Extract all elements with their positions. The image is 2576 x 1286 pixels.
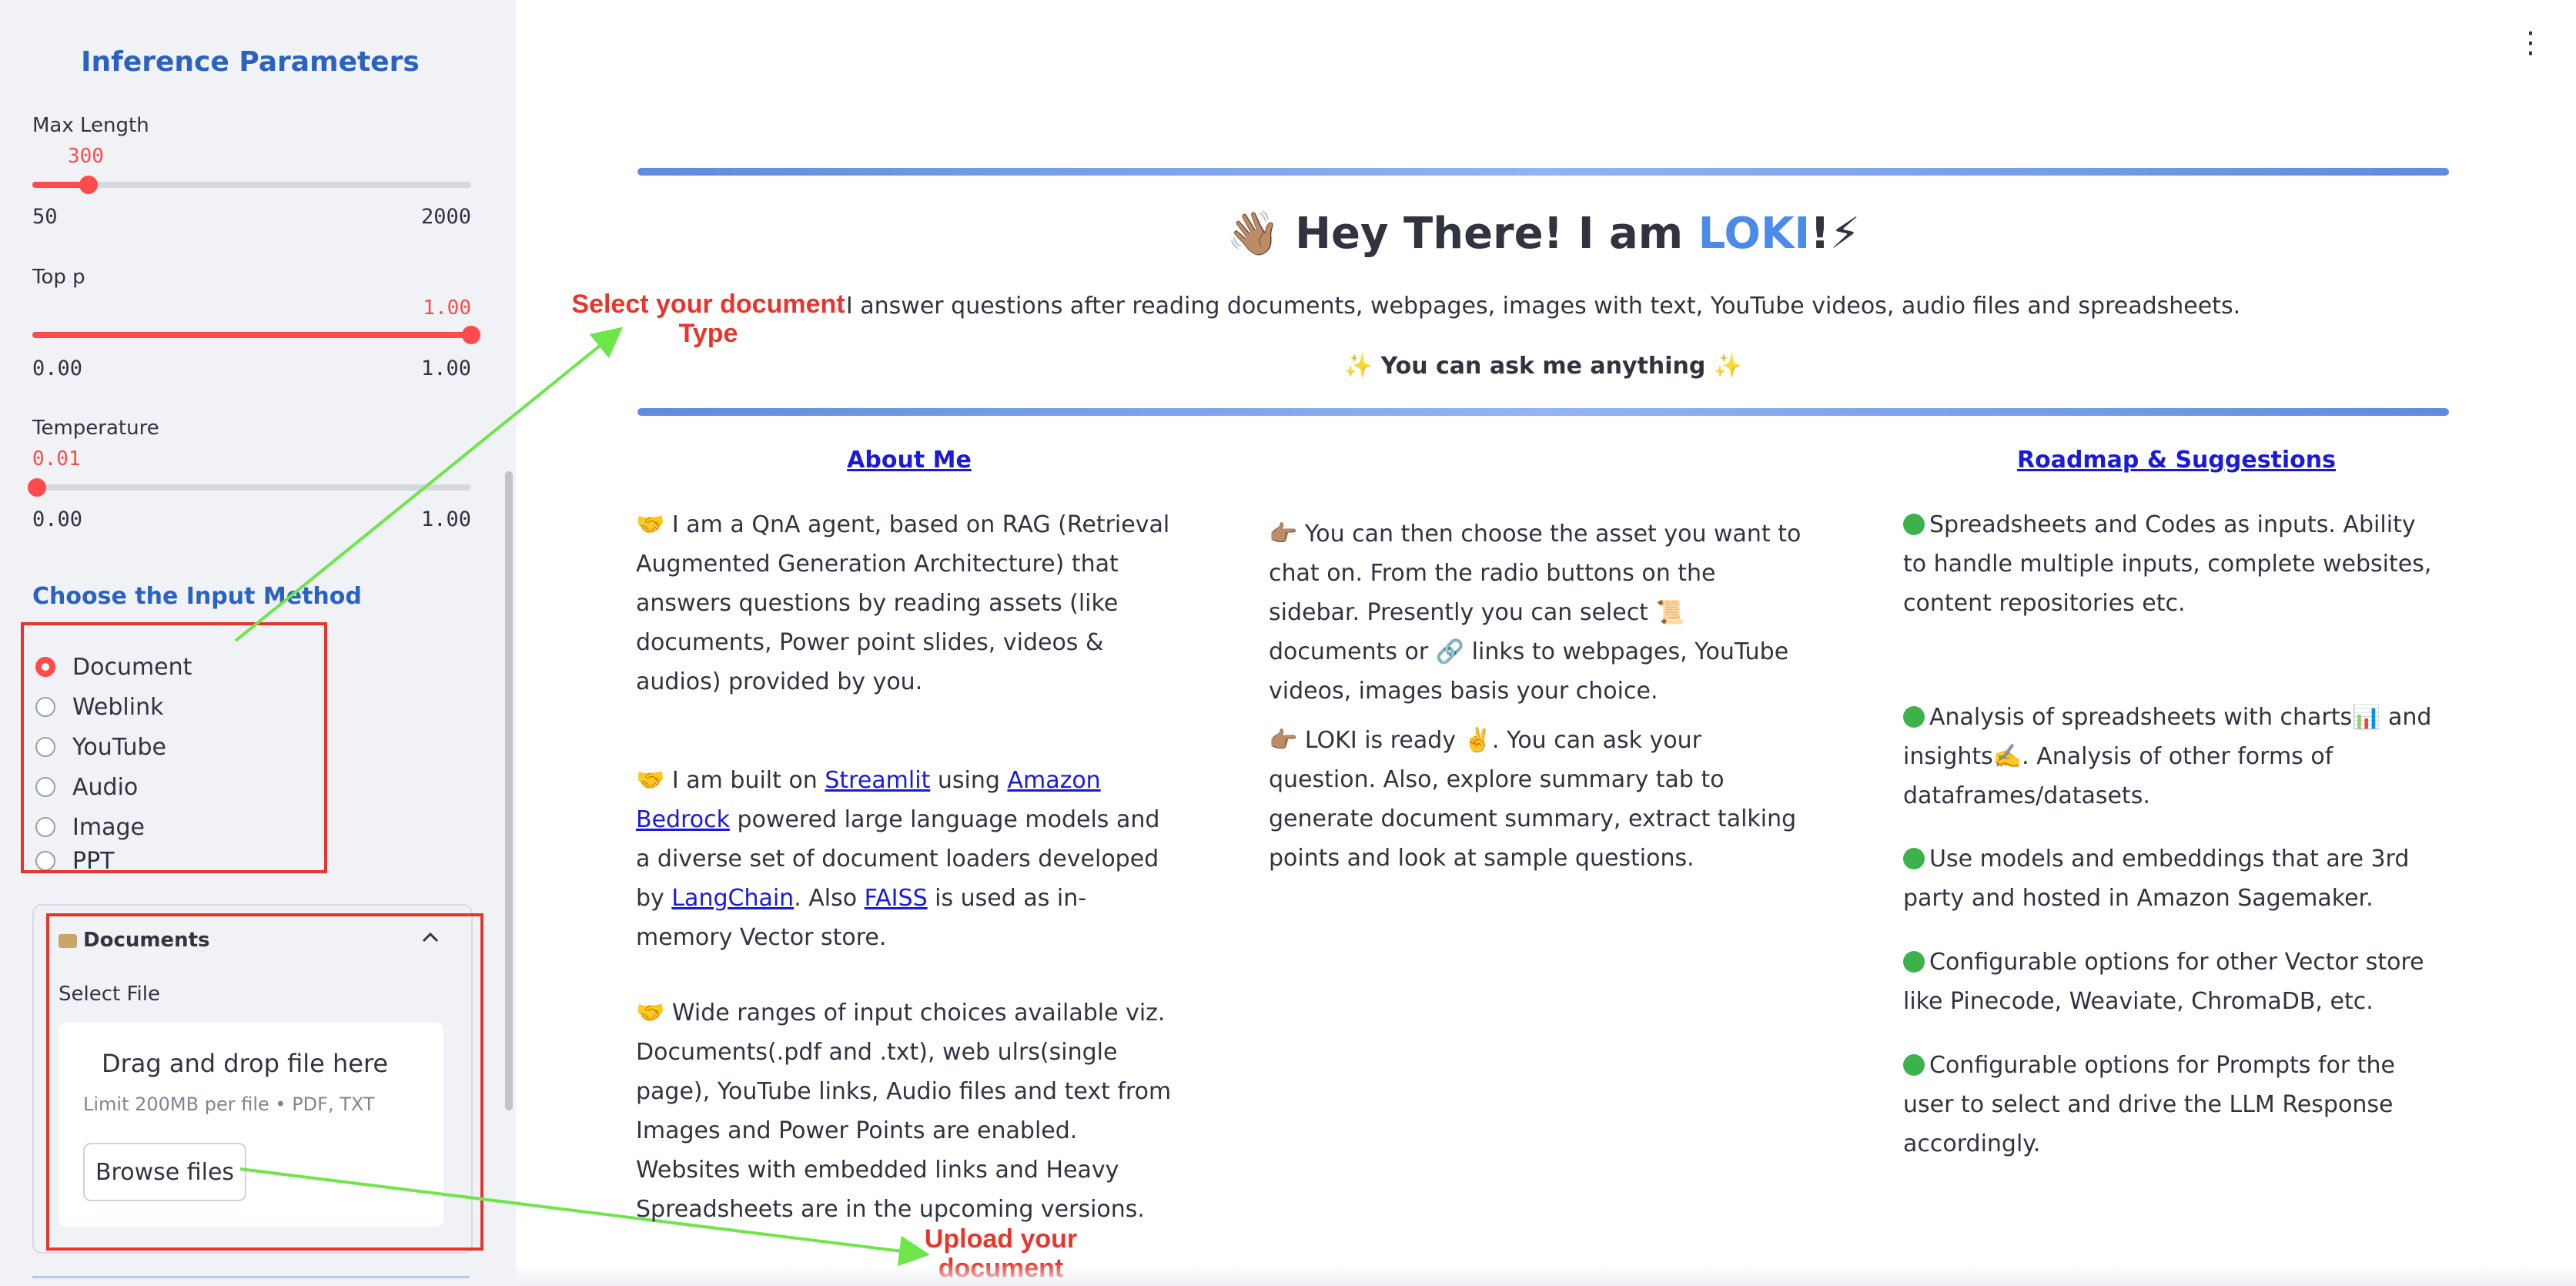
top-p-min: 0.00 bbox=[32, 357, 83, 380]
top-divider bbox=[637, 168, 2449, 176]
temperature-thumb[interactable] bbox=[27, 478, 46, 497]
sidebar-title: Inference Parameters bbox=[81, 46, 420, 78]
green-circle-icon bbox=[1903, 514, 1925, 535]
max-length-thumb[interactable] bbox=[79, 176, 98, 194]
roadmap-item-1: Spreadsheets and Codes as inputs. Abilit… bbox=[1903, 505, 2442, 623]
about-text: 🤝 I am built on bbox=[636, 767, 825, 794]
top-p-track[interactable] bbox=[32, 326, 480, 344]
about-text: . Also bbox=[794, 885, 865, 912]
temperature-value: 0.01 bbox=[32, 447, 81, 471]
max-length-label: Max Length bbox=[32, 114, 149, 137]
temperature-track[interactable] bbox=[27, 478, 471, 497]
faiss-link[interactable]: FAISS bbox=[865, 885, 928, 912]
temperature-min: 0.00 bbox=[32, 507, 83, 531]
max-length-max: 2000 bbox=[420, 205, 471, 229]
sidebar-divider bbox=[32, 1276, 470, 1278]
green-circle-icon bbox=[1903, 951, 1925, 973]
hero-title-suffix: !⚡ bbox=[1810, 209, 1861, 259]
langchain-link[interactable]: LangChain bbox=[671, 885, 794, 912]
roadmap-item-2: Analysis of spreadsheets with charts📊 an… bbox=[1903, 698, 2442, 815]
temperature-slider-block: Temperature 0.01 0.00 1.00 bbox=[27, 417, 471, 532]
temperature-max: 1.00 bbox=[420, 507, 471, 531]
input-method-highlight-box bbox=[21, 622, 327, 873]
streamlit-link[interactable]: Streamlit bbox=[825, 767, 930, 794]
temperature-label: Temperature bbox=[32, 417, 159, 440]
hero-title: 👋🏽 Hey There! I am LOKI!⚡ bbox=[637, 208, 2449, 259]
input-method-heading: Choose the Input Method bbox=[32, 583, 362, 610]
max-length-min: 50 bbox=[32, 205, 58, 229]
hero-title-name: LOKI bbox=[1698, 209, 1811, 259]
hero-title-prefix: 👋🏽 Hey There! I am bbox=[1226, 209, 1698, 259]
roadmap-text: Configurable options for Prompts for the… bbox=[1903, 1052, 2395, 1157]
top-p-slider-block: Top p 1.00 0.00 1.00 bbox=[32, 266, 480, 381]
hero-ask: ✨ You can ask me anything ✨ bbox=[1343, 353, 1743, 380]
documents-highlight-box bbox=[46, 913, 483, 1251]
top-p-fill bbox=[32, 332, 471, 338]
green-circle-icon bbox=[1903, 1054, 1925, 1076]
middle-paragraph-2: 👉🏽 LOKI is ready ✌️. You can ask your qu… bbox=[1269, 727, 1797, 872]
roadmap-item-3: Use models and embeddings that are 3rd p… bbox=[1903, 839, 2442, 918]
roadmap-text: Use models and embeddings that are 3rd p… bbox=[1903, 846, 2410, 912]
green-circle-icon bbox=[1903, 706, 1925, 728]
top-p-max: 1.00 bbox=[420, 357, 471, 380]
about-paragraph-2: 🤝 I am built on Streamlit using Amazon B… bbox=[636, 761, 1175, 957]
bottom-fade bbox=[516, 1263, 2576, 1286]
about-paragraph-1: 🤝 I am a QnA agent, based on RAG (Retrie… bbox=[636, 511, 1170, 695]
sidebar-scrollbar[interactable] bbox=[505, 471, 513, 1110]
hero-subtitle: I answer questions after reading documen… bbox=[845, 293, 2241, 320]
more-options-icon[interactable]: ⋮ bbox=[2516, 28, 2545, 57]
roadmap-item-4: Configurable options for other Vector st… bbox=[1903, 943, 2442, 1021]
max-length-value: 300 bbox=[68, 145, 104, 168]
top-p-thumb[interactable] bbox=[462, 326, 480, 344]
roadmap-heading[interactable]: Roadmap & Suggestions bbox=[1903, 447, 2450, 474]
middle-paragraph-1: 👉🏽 You can then choose the asset you wan… bbox=[1269, 521, 1802, 705]
roadmap-text: Spreadsheets and Codes as inputs. Abilit… bbox=[1903, 511, 2432, 617]
green-circle-icon bbox=[1903, 848, 1925, 869]
max-length-slider-block: Max Length 300 50 2000 bbox=[32, 114, 471, 229]
about-me-heading[interactable]: About Me bbox=[636, 447, 1183, 474]
about-text: using bbox=[930, 767, 1008, 794]
top-p-label: Top p bbox=[32, 266, 85, 289]
roadmap-item-5: Configurable options for Prompts for the… bbox=[1903, 1046, 2442, 1164]
roadmap-text: Analysis of spreadsheets with charts📊 an… bbox=[1903, 704, 2432, 809]
annotation-line: Type bbox=[678, 319, 738, 348]
top-p-value: 1.00 bbox=[423, 296, 471, 320]
bottom-divider bbox=[637, 408, 2449, 416]
max-length-track[interactable] bbox=[32, 176, 471, 194]
about-paragraph-3: 🤝 Wide ranges of input choices available… bbox=[636, 1000, 1172, 1223]
roadmap-text: Configurable options for other Vector st… bbox=[1903, 949, 2424, 1015]
